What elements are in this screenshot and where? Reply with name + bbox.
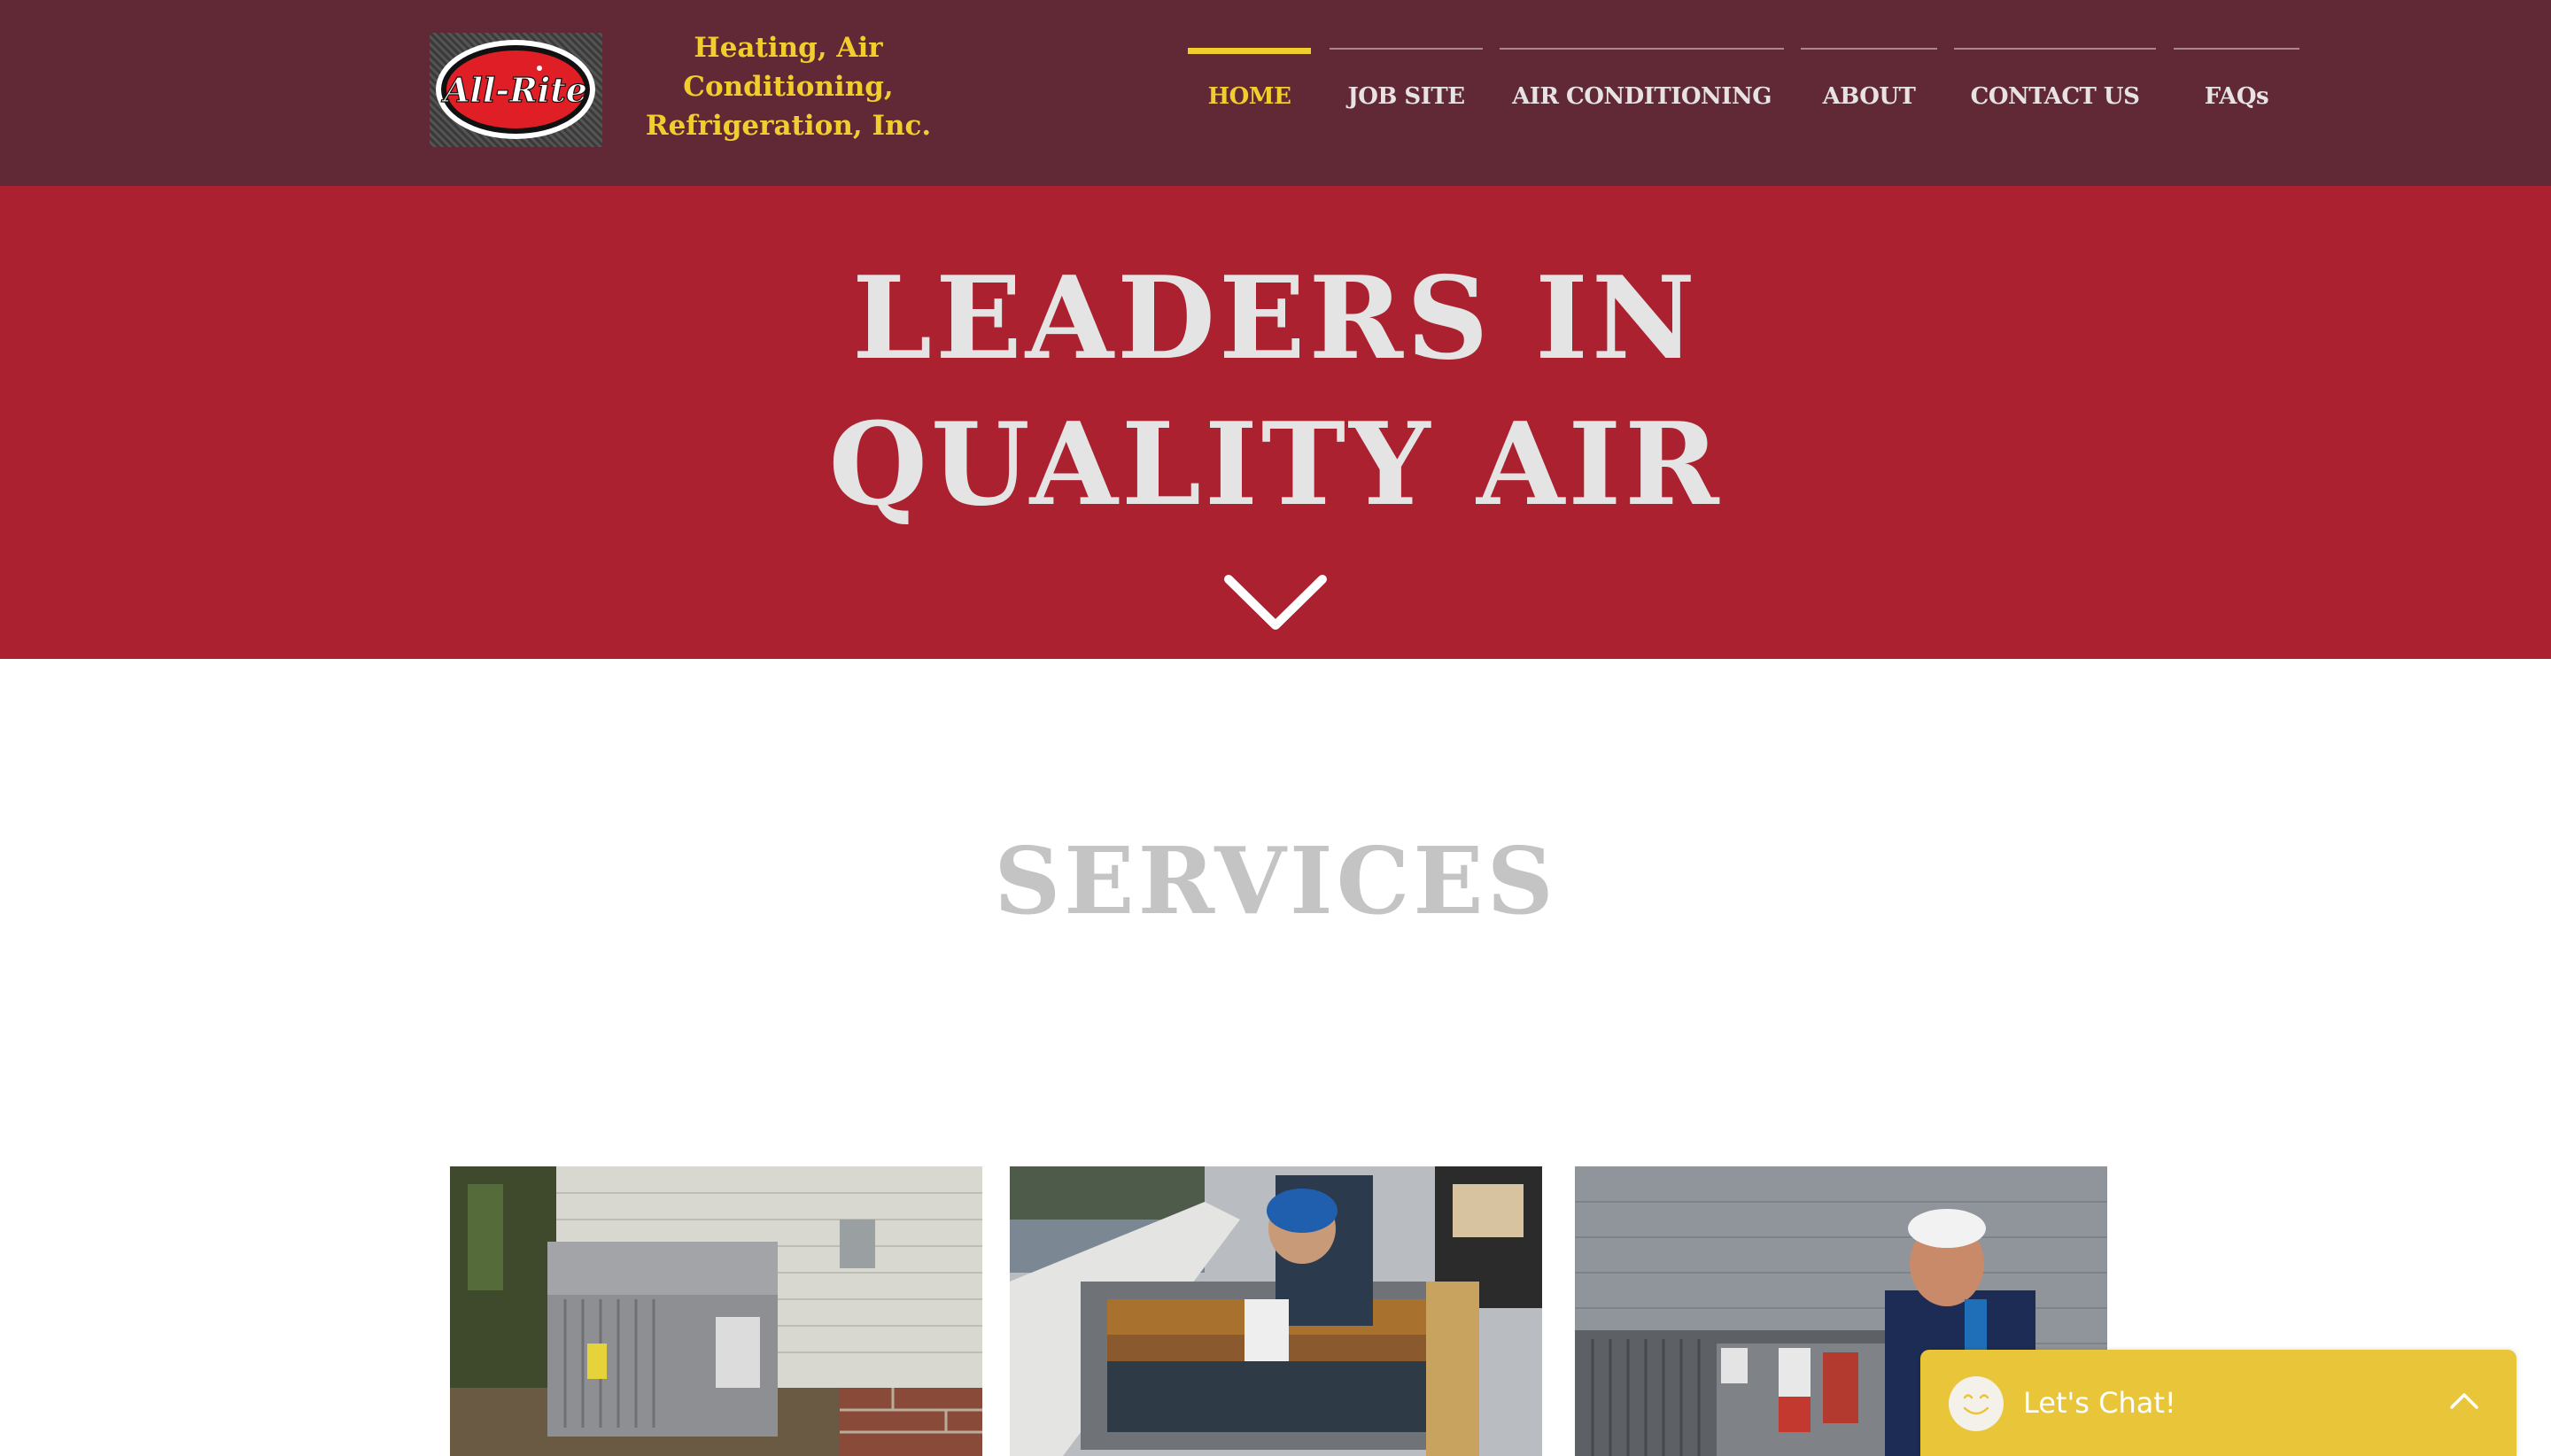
company-name-line: Conditioning, — [683, 71, 894, 103]
logo[interactable]: All-Rite — [430, 33, 602, 147]
logo-text: All-Rite — [441, 70, 587, 110]
site-header: All-Rite Heating, Air Conditioning, Refr… — [0, 0, 2551, 186]
chat-label: Let's Chat! — [2023, 1386, 2176, 1420]
services-heading: SERVICES — [994, 826, 1557, 935]
hero-banner: LEADERS IN QUALITY AIR — [0, 186, 2551, 659]
photo-outdoor-unit — [450, 1166, 982, 1456]
service-photo-outdoor-unit[interactable] — [450, 1166, 982, 1456]
company-name: Heating, Air Conditioning, Refrigeration… — [620, 28, 957, 145]
chat-avatar — [1949, 1376, 2004, 1431]
service-photo-rooftop-work[interactable] — [1010, 1166, 1542, 1456]
company-name-line: Refrigeration, Inc. — [645, 110, 932, 142]
chevron-up-icon — [2450, 1393, 2478, 1409]
photo-rooftop-work — [1010, 1166, 1542, 1456]
nav-item-job-site[interactable]: JOB SITE — [1330, 48, 1483, 119]
company-name-line: Heating, Air — [694, 32, 883, 64]
chat-widget[interactable]: Let's Chat! — [1920, 1350, 2516, 1456]
all-rite-logo: All-Rite — [436, 40, 595, 139]
hero-title-line: LEADERS IN — [852, 252, 1699, 385]
smiley-icon — [1963, 1394, 1989, 1415]
hero-title-line: QUALITY AIR — [828, 399, 1723, 531]
scroll-down-button[interactable] — [1223, 574, 1328, 632]
nav-item-about[interactable]: ABOUT — [1801, 48, 1937, 119]
nav-item-faqs[interactable]: FAQs — [2174, 48, 2299, 119]
hero-title: LEADERS IN QUALITY AIR — [0, 246, 2551, 538]
chat-toggle-button[interactable] — [2449, 1389, 2479, 1412]
nav-item-air-conditioning[interactable]: AIR CONDITIONING — [1500, 48, 1784, 119]
nav-item-home[interactable]: HOME — [1188, 48, 1311, 119]
nav-item-contact-us[interactable]: CONTACT US — [1954, 48, 2156, 119]
chevron-down-icon — [1224, 575, 1327, 630]
